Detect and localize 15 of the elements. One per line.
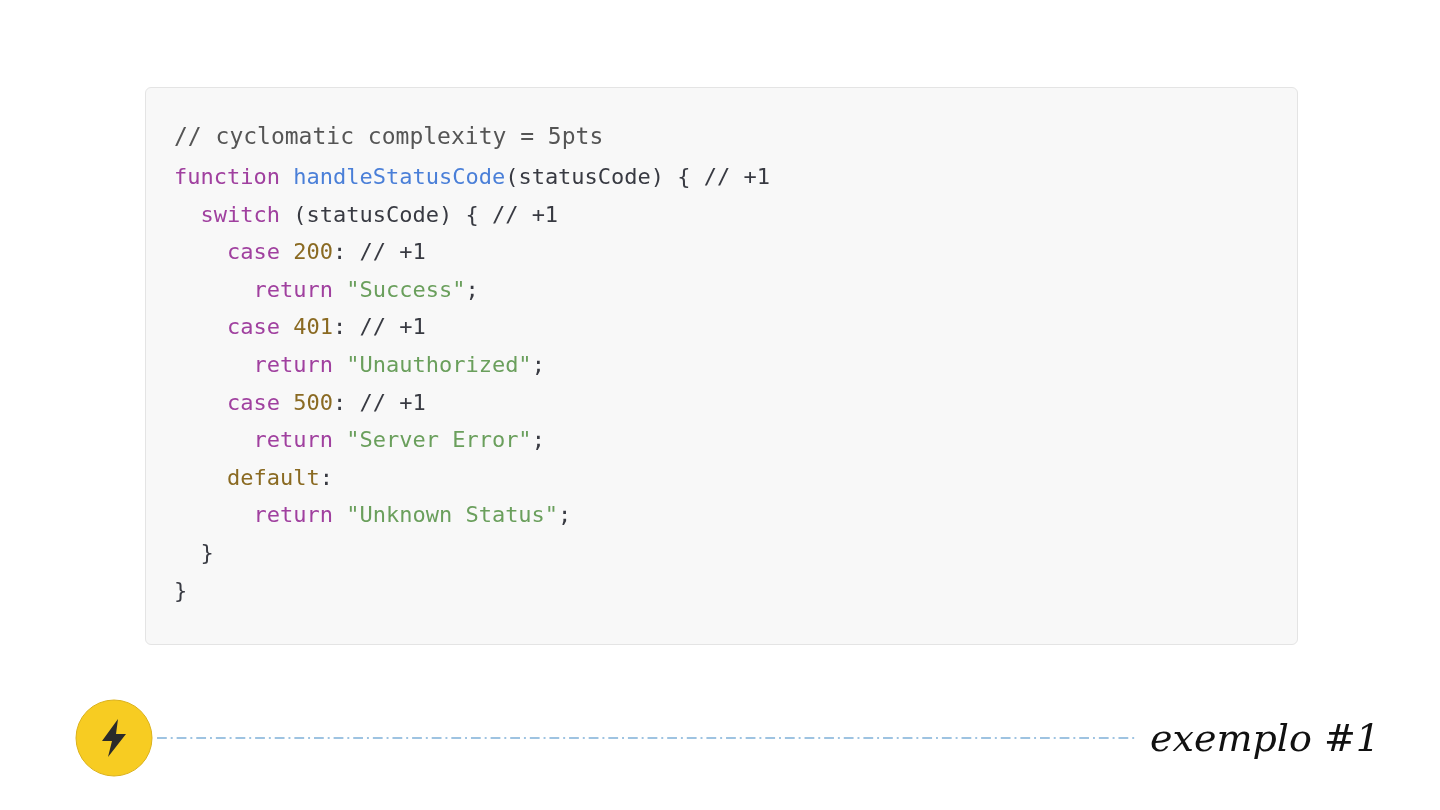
code-line: case 500: // +1 xyxy=(225,388,427,417)
lightning-icon xyxy=(75,699,153,777)
code-line: return "Success"; xyxy=(252,275,480,304)
code-line: } xyxy=(199,538,215,567)
code-line: case 200: // +1 xyxy=(225,238,427,267)
code-line: switch (statusCode) { // +1 xyxy=(199,200,560,229)
code-line: case 401: // +1 xyxy=(225,313,427,342)
code-line: default: xyxy=(225,463,334,492)
code-line: function handleStatusCode(statusCode) { // +1 xyxy=(174,163,772,191)
slide-title: exemplo #1 xyxy=(1150,716,1380,760)
code-line: return "Unauthorized"; xyxy=(252,350,546,379)
code-line: return "Unknown Status"; xyxy=(252,501,573,530)
code-line: // cyclomatic complexity = 5pts xyxy=(174,122,605,151)
code-line: return "Server Error"; xyxy=(252,426,546,455)
code-line: } xyxy=(174,576,189,605)
